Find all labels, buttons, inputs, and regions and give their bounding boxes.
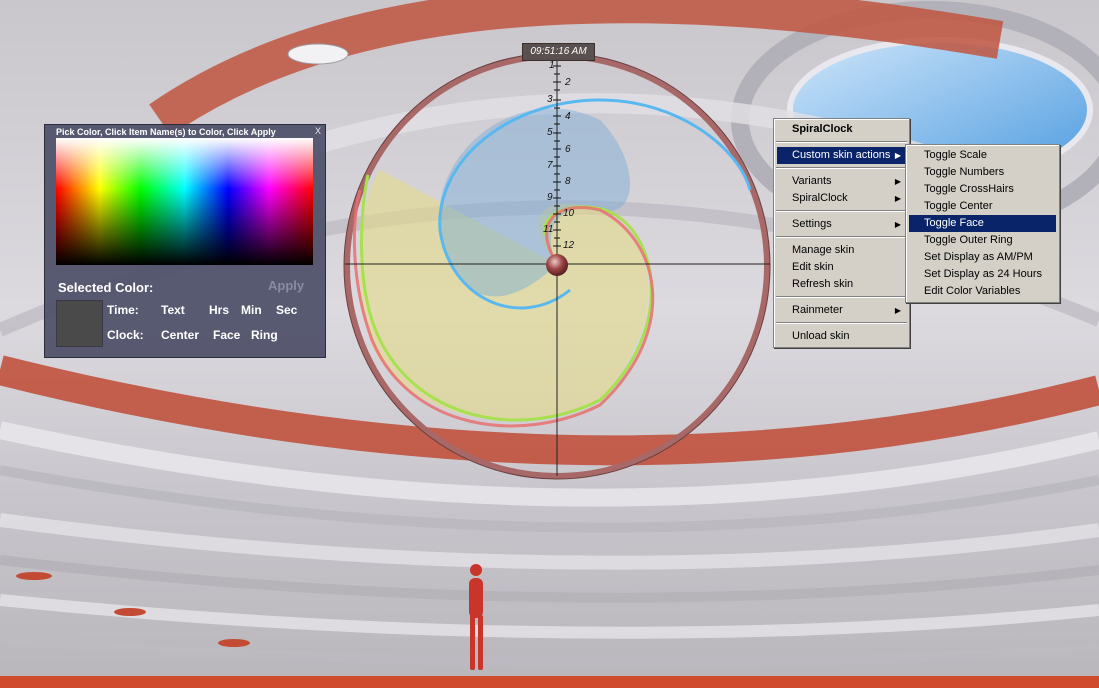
color-spectrum[interactable]	[56, 138, 313, 265]
time-item-hrs[interactable]: Hrs	[209, 303, 229, 317]
scale-number: 3	[547, 94, 553, 105]
scale-number: 12	[563, 240, 575, 251]
submenu-arrow-icon: ▶	[894, 220, 901, 229]
scale-number: 6	[565, 144, 571, 155]
time-item-sec[interactable]: Sec	[276, 303, 297, 317]
clock-item-face[interactable]: Face	[213, 328, 240, 342]
color-picker-panel: Pick Color, Click Item Name(s) to Color,…	[44, 124, 326, 358]
menu-item-custom-skin-actions[interactable]: Custom skin actions ▶	[777, 147, 906, 164]
submenu-item-edit-color-variables[interactable]: Edit Color Variables	[909, 283, 1056, 300]
menu-separator	[776, 236, 907, 238]
scale-number: 8	[565, 176, 571, 187]
menu-item-spiralclock[interactable]: SpiralClock ▶	[777, 190, 906, 207]
scale-number: 4	[565, 111, 571, 122]
submenu-item-toggle-outer-ring[interactable]: Toggle Outer Ring	[909, 232, 1056, 249]
selected-color-label: Selected Color:	[58, 280, 154, 295]
menu-item-manage-skin[interactable]: Manage skin	[777, 242, 906, 259]
close-button[interactable]: X	[315, 126, 321, 136]
submenu-item-display-ampm[interactable]: Set Display as AM/PM	[909, 249, 1056, 266]
scale-number: 7	[547, 160, 553, 171]
menu-item-label: Rainmeter	[792, 304, 843, 316]
context-menu: SpiralClock Custom skin actions ▶ Variant…	[773, 118, 910, 348]
scale-number: 5	[547, 127, 553, 138]
submenu-item-toggle-crosshairs[interactable]: Toggle CrossHairs	[909, 181, 1056, 198]
menu-item-label: Settings	[792, 218, 832, 230]
submenu-item-toggle-face[interactable]: Toggle Face	[909, 215, 1056, 232]
menu-item-edit-skin[interactable]: Edit skin	[777, 259, 906, 276]
center-hub	[546, 254, 568, 276]
submenu-item-toggle-center[interactable]: Toggle Center	[909, 198, 1056, 215]
menu-separator	[776, 296, 907, 298]
time-item-min[interactable]: Min	[241, 303, 262, 317]
menu-item-variants[interactable]: Variants ▶	[777, 173, 906, 190]
menu-item-label: Variants	[792, 175, 832, 187]
submenu-arrow-icon: ▶	[894, 177, 901, 186]
menu-item-label: SpiralClock	[792, 192, 848, 204]
menu-item-refresh-skin[interactable]: Refresh skin	[777, 276, 906, 293]
menu-item-label: Custom skin actions	[792, 149, 891, 161]
scale-number: 11	[543, 224, 554, 235]
submenu-arrow-icon: ▶	[894, 306, 901, 315]
menu-separator	[776, 322, 907, 324]
selected-color-swatch	[56, 300, 103, 347]
clock-item-center[interactable]: Center	[161, 328, 199, 342]
custom-actions-submenu: Toggle Scale Toggle Numbers Toggle Cross…	[905, 144, 1060, 303]
picker-title: Pick Color, Click Item Name(s) to Color,…	[56, 127, 276, 137]
menu-item-settings[interactable]: Settings ▶	[777, 216, 906, 233]
scale-number: 9	[547, 192, 553, 203]
menu-title-spiralclock[interactable]: SpiralClock	[777, 121, 906, 138]
menu-item-rainmeter[interactable]: Rainmeter ▶	[777, 302, 906, 319]
submenu-item-toggle-numbers[interactable]: Toggle Numbers	[909, 164, 1056, 181]
submenu-arrow-icon: ▶	[894, 151, 901, 160]
clock-label: Clock:	[107, 328, 144, 342]
menu-separator	[776, 141, 907, 143]
scale-number: 10	[563, 208, 575, 219]
submenu-item-toggle-scale[interactable]: Toggle Scale	[909, 147, 1056, 164]
scale-number: 2	[565, 77, 571, 88]
clock-item-ring[interactable]: Ring	[251, 328, 278, 342]
clock-time-display: 09:51:16 AM	[522, 43, 595, 61]
menu-separator	[776, 167, 907, 169]
time-label: Time:	[107, 303, 139, 317]
time-item-text[interactable]: Text	[161, 303, 185, 317]
submenu-arrow-icon: ▶	[894, 194, 901, 203]
menu-separator	[776, 210, 907, 212]
submenu-item-display-24h[interactable]: Set Display as 24 Hours	[909, 266, 1056, 283]
scale-number: 1	[549, 60, 555, 71]
menu-item-unload-skin[interactable]: Unload skin	[777, 328, 906, 345]
apply-button[interactable]: Apply	[268, 278, 304, 293]
